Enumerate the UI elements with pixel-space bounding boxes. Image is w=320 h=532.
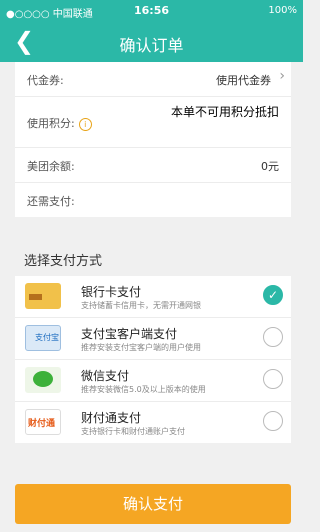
payment-option-alipay[interactable]: 支付宝 支付宝客户端支付 推荐安装支付宝客户端的用户使用: [15, 318, 291, 360]
status-time: 16:56: [133, 4, 169, 17]
payment-method-list: 银行卡支付 支持储蓄卡信用卡，无需开通网银 ✓ 支付宝 支付宝客户端支付 推荐安…: [15, 276, 291, 443]
status-bar: ●○○○○ 中国联通 16:56 100%: [0, 0, 303, 22]
payment-option-bank[interactable]: 银行卡支付 支持储蓄卡信用卡，无需开通网银 ✓: [15, 276, 291, 318]
payment-option-desc: 支持储蓄卡信用卡，无需开通网银: [81, 301, 201, 310]
balance-label: 美团余额:: [27, 160, 75, 173]
battery-level: 100%: [268, 5, 297, 16]
order-summary: 代金券: 使用代金券 › 使用积分: i 本单不可用积分抵扣 美团余额: 0元 还…: [15, 62, 291, 217]
payment-option-tenpay[interactable]: 财付通 财付通支付 支持银行卡和财付通账户支付: [15, 402, 291, 443]
points-row: 使用积分: i 本单不可用积分抵扣: [15, 97, 291, 148]
payment-option-name: 微信支付: [81, 369, 130, 383]
bank-card-icon: [25, 283, 61, 309]
radio-unchecked-icon[interactable]: [263, 327, 283, 347]
payment-option-desc: 推荐安装微信5.0及以上版本的使用: [81, 385, 206, 394]
radio-checked-icon[interactable]: ✓: [263, 285, 283, 305]
points-value: 本单不可用积分抵扣: [170, 105, 279, 119]
confirm-pay-button[interactable]: 确认支付: [15, 484, 291, 524]
payment-section-title: 选择支付方式: [24, 254, 103, 269]
info-icon[interactable]: i: [78, 118, 92, 131]
payment-option-name: 支付宝客户端支付: [81, 327, 178, 341]
coupon-label: 代金券:: [27, 74, 64, 87]
coupon-value: 使用代金券: [216, 74, 271, 87]
coupon-row[interactable]: 代金券: 使用代金券 ›: [15, 62, 291, 97]
alipay-icon: 支付宝: [25, 325, 61, 351]
due-row: 还需支付:: [15, 183, 291, 217]
radio-unchecked-icon[interactable]: [263, 369, 283, 389]
nav-bar: ❮ 确认订单: [0, 22, 303, 62]
balance-value: 0元: [261, 160, 279, 173]
points-label: 使用积分: i: [27, 115, 92, 131]
tenpay-icon: 财付通: [25, 409, 61, 435]
radio-unchecked-icon[interactable]: [263, 411, 283, 431]
payment-option-name: 财付通支付: [81, 411, 142, 425]
payment-option-name: 银行卡支付: [81, 285, 142, 299]
due-label: 还需支付:: [27, 195, 75, 208]
balance-row: 美团余额: 0元: [15, 148, 291, 183]
chevron-right-icon: ›: [279, 68, 285, 84]
wechat-icon: [25, 367, 61, 393]
page-title: 确认订单: [119, 36, 184, 55]
payment-option-desc: 推荐安装支付宝客户端的用户使用: [81, 343, 201, 352]
payment-option-desc: 支持银行卡和财付通账户支付: [81, 427, 185, 436]
payment-option-wechat[interactable]: 微信支付 推荐安装微信5.0及以上版本的使用: [15, 360, 291, 402]
